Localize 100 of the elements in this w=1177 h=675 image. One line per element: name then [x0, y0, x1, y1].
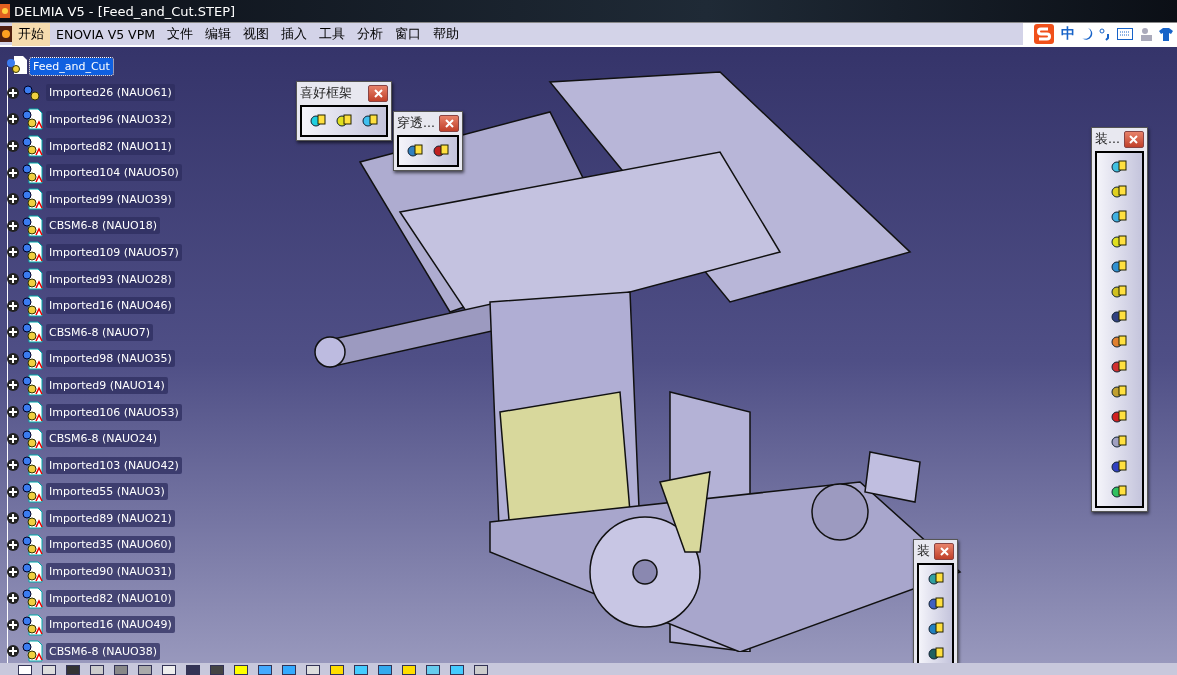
toolbar-icon[interactable] [282, 665, 296, 675]
tree-label[interactable]: CBSM6-8 (NAUO18) [46, 217, 160, 235]
shirt-icon[interactable] [1159, 27, 1173, 41]
document-gear-icon [22, 534, 44, 556]
document-gear-icon [22, 374, 44, 397]
close-icon [1129, 135, 1139, 144]
document-gear-icon [22, 294, 44, 317]
tree-label[interactable]: Imported82 (NAUO11) [46, 137, 175, 155]
tree-label[interactable]: CBSM6-8 (NAUO38) [46, 642, 160, 660]
toolbar-icon[interactable] [402, 665, 416, 675]
document-gear-icon [22, 401, 44, 423]
expand-icon[interactable] [6, 85, 20, 100]
document-gear-icon [22, 161, 44, 184]
tree-label[interactable]: Imported103 (NAUO42) [46, 456, 182, 474]
close-button[interactable] [439, 115, 459, 132]
tree-label[interactable]: Feed_and_Cut [30, 57, 113, 75]
tree-label[interactable]: Imported9 (NAUO14) [46, 376, 168, 394]
document-gear-icon [22, 268, 44, 291]
toolbar-title: 装... [1095, 131, 1120, 148]
menu-item[interactable]: 帮助 [427, 22, 465, 46]
expand-icon[interactable] [6, 325, 20, 340]
expand-icon[interactable] [6, 617, 20, 632]
tree-label[interactable]: Imported109 (NAUO57) [46, 243, 182, 261]
tree-root-row[interactable]: Feed_and_Cut [6, 53, 182, 80]
expand-icon[interactable] [6, 165, 20, 180]
expand-icon[interactable] [6, 431, 20, 446]
menu-item[interactable]: 分析 [351, 22, 389, 46]
menu-item[interactable]: 视图 [237, 22, 275, 46]
expand-icon[interactable] [6, 298, 20, 313]
expand-icon[interactable] [6, 458, 20, 473]
expand-icon[interactable] [6, 272, 20, 287]
tree-label[interactable]: Imported55 (NAUO3) [46, 483, 168, 501]
tree-label[interactable]: Imported16 (NAUO46) [46, 297, 175, 315]
document-gear-icon [22, 188, 44, 211]
document-gear-icon [22, 454, 44, 477]
toolbar-title: 装 [917, 543, 930, 560]
menu-item[interactable]: ENOVIA V5 VPM [50, 23, 161, 45]
expand-icon[interactable] [6, 378, 20, 393]
toolbar-title: 穿透... [397, 115, 435, 132]
menu-item[interactable]: 编辑 [199, 22, 237, 46]
expand-icon[interactable] [6, 511, 20, 526]
expand-icon[interactable] [6, 192, 20, 207]
input-mode[interactable]: 中 [1061, 25, 1075, 43]
tree-label[interactable]: Imported16 (NAUO49) [46, 616, 175, 634]
document-gear-icon [22, 321, 44, 344]
tree-label[interactable]: Imported93 (NAUO28) [46, 270, 175, 288]
tree-label[interactable]: CBSM6-8 (NAUO7) [46, 323, 153, 341]
toolbar-icon[interactable] [234, 665, 248, 675]
toolbar-icon[interactable] [258, 665, 272, 675]
toolbar-icon[interactable] [426, 665, 440, 675]
expand-icon[interactable] [6, 538, 20, 552]
expand-icon[interactable] [6, 484, 20, 499]
document-gear-icon [22, 587, 44, 610]
menu-item[interactable]: 工具 [313, 22, 351, 46]
keyboard-icon[interactable] [1117, 28, 1133, 40]
window-title: DELMIA V5 - [Feed_and_Cut.STEP] [14, 3, 236, 19]
toolbar-icon[interactable] [330, 665, 344, 675]
toolbar-icon[interactable] [450, 665, 464, 675]
expand-icon[interactable] [6, 218, 20, 233]
tree-label[interactable]: Imported90 (NAUO31) [46, 563, 175, 581]
product-icon [6, 56, 28, 77]
close-button[interactable] [934, 543, 954, 560]
tree-label[interactable]: Imported26 (NAUO61) [46, 84, 175, 102]
document-gear-icon [22, 347, 44, 370]
tree-label[interactable]: Imported99 (NAUO39) [46, 190, 175, 208]
toolbar-icon[interactable] [90, 665, 104, 675]
toolbar-icon[interactable] [306, 665, 320, 675]
menu-item[interactable]: 开始 [12, 22, 50, 46]
expand-icon[interactable] [6, 139, 20, 154]
tree-label[interactable]: Imported35 (NAUO60) [46, 536, 175, 554]
tree-label[interactable]: Imported96 (NAUO32) [46, 111, 175, 128]
tree-label[interactable]: Imported104 (NAUO50) [46, 164, 182, 182]
tree-label[interactable]: CBSM6-8 (NAUO24) [46, 430, 160, 448]
menu-item[interactable]: 插入 [275, 22, 313, 46]
document-gear-icon [22, 214, 44, 237]
menu-item[interactable]: 文件 [161, 22, 199, 46]
expand-icon[interactable] [6, 245, 20, 260]
toolbar-icon[interactable] [138, 665, 152, 675]
expand-icon[interactable] [6, 112, 20, 127]
toolbar-icon[interactable] [474, 665, 488, 675]
menu-item[interactable]: 窗口 [389, 22, 427, 46]
expand-icon[interactable] [6, 644, 20, 659]
expand-icon[interactable] [6, 591, 20, 606]
toolbar-icon[interactable] [162, 665, 176, 675]
tree-label[interactable]: Imported82 (NAUO10) [46, 589, 175, 607]
tree-label[interactable]: Imported89 (NAUO21) [46, 509, 175, 527]
expand-icon[interactable] [6, 564, 20, 579]
close-button[interactable] [368, 85, 388, 102]
tree-label[interactable]: Imported98 (NAUO35) [46, 350, 175, 368]
expand-icon[interactable] [6, 351, 20, 366]
expand-icon[interactable] [6, 405, 20, 419]
toolbar-icon[interactable] [18, 665, 32, 675]
document-gear-icon [22, 241, 44, 264]
tree-label[interactable]: Imported106 (NAUO53) [46, 403, 182, 421]
punctuation-icon[interactable] [1099, 27, 1111, 41]
document-gear-icon [22, 560, 44, 583]
toolbar-icon[interactable] [354, 665, 368, 675]
document-gear-icon [22, 640, 44, 663]
close-button[interactable] [1123, 131, 1144, 148]
toolbar-icon[interactable] [42, 665, 56, 675]
